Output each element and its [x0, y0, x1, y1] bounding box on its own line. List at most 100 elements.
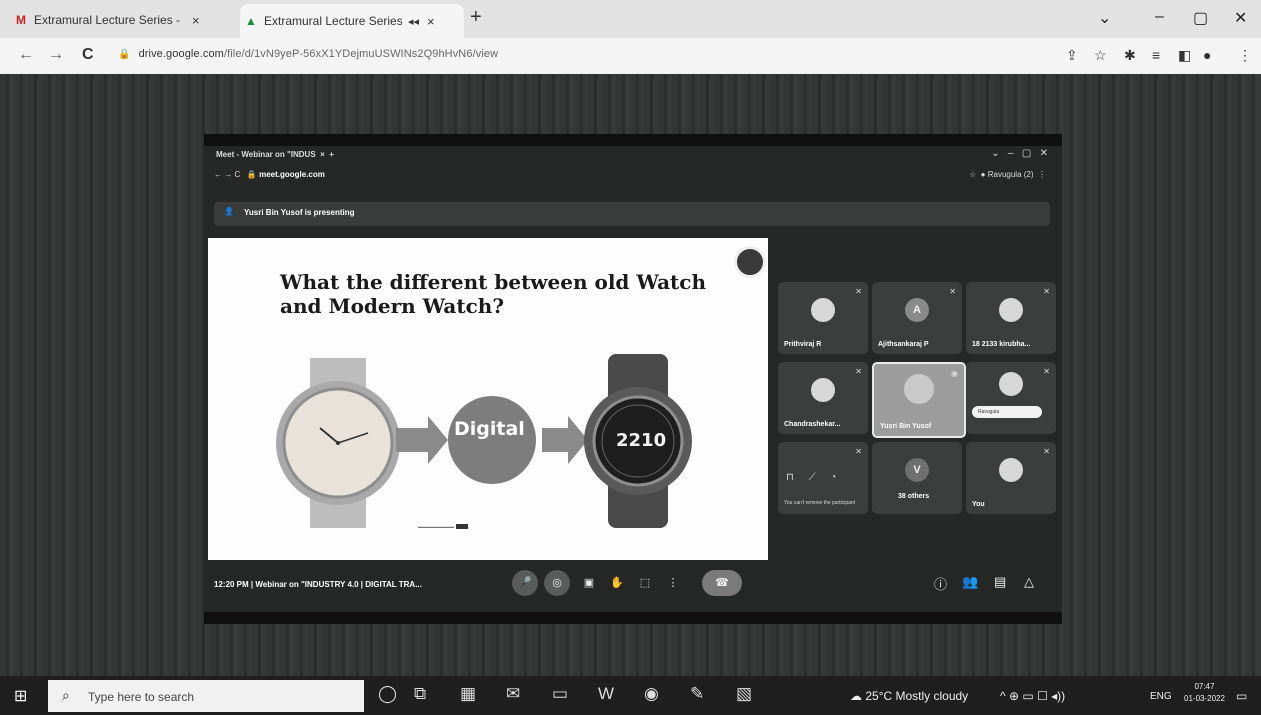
minimize-button[interactable]: –	[1155, 8, 1164, 26]
mic-off-icon: ✕	[949, 287, 956, 296]
frame-top	[204, 134, 1062, 146]
bookmark-star-icon[interactable]: ☆	[1094, 47, 1107, 64]
close-tab-icon[interactable]: ×	[427, 14, 435, 29]
participant-name: Yusri Bin Yusof	[880, 423, 932, 430]
tab-gmail[interactable]: M Extramural Lecture Series - INTC ×	[14, 6, 234, 34]
explorer-icon[interactable]: ▭	[552, 684, 568, 704]
participant-tile[interactable]: ✕ Ravugula	[966, 362, 1056, 434]
tab-drive[interactable]: ▲ Extramural Lecture Series-I ◂◂ ×	[240, 4, 464, 38]
system-tray-icons[interactable]: ^ ⊕ ▭ ☐ ◂))	[1000, 689, 1065, 703]
meet-window-controls: ⌄ – ▢ ✕	[991, 148, 1048, 159]
avatar	[811, 378, 835, 402]
mic-off-icon: ✕	[1043, 447, 1050, 456]
frame-bottom	[204, 612, 1062, 624]
camera-icon[interactable]: ◎	[544, 570, 570, 596]
weather-widget[interactable]: ☁ 25°C Mostly cloudy	[850, 689, 968, 703]
chat-icon[interactable]: ▤	[994, 574, 1006, 590]
media-icon[interactable]: ≡	[1152, 47, 1160, 63]
more-icon[interactable]: ⋮	[660, 570, 686, 596]
meet-profile-name: Ravugula (2)	[987, 170, 1034, 179]
captions-icon[interactable]: ▣	[576, 570, 602, 596]
search-icon: ⌕	[62, 687, 70, 703]
menu-icon[interactable]: ⋮	[1238, 47, 1252, 64]
reload-button[interactable]: C	[82, 46, 94, 64]
digital-label: Digital	[454, 418, 525, 440]
participant-tile-active-speaker[interactable]: ◉ Yusri Bin Yusof	[872, 362, 966, 438]
clock[interactable]: 07:47 01-03-2022	[1184, 681, 1225, 705]
photos-icon[interactable]: ▧	[736, 684, 752, 704]
forward-button[interactable]: →	[48, 46, 64, 64]
participant-tile[interactable]: ✕ A Ajithsankaraj P	[872, 282, 962, 354]
extensions-icon[interactable]: ✱	[1124, 47, 1136, 64]
paint-icon[interactable]: ✎	[690, 684, 704, 704]
gmail-icon: M	[16, 13, 26, 27]
windows-start-icon[interactable]: ⊞	[14, 686, 32, 705]
present-icon[interactable]: ⬚	[632, 570, 658, 596]
info-icon[interactable]: ⓘ	[934, 574, 947, 593]
avatar: V	[905, 458, 929, 482]
windows-taskbar: ⊞ ⌕ Type here to search ◯ ⧉ ▦ ✉ ▭ W ◉ ✎ …	[0, 676, 1261, 715]
participant-tile[interactable]: ✕ Prithviraj R	[778, 282, 868, 354]
profile-icon[interactable]: ●	[1203, 47, 1211, 63]
avatar	[904, 374, 934, 404]
meet-address-bar: ← → C 🔒 meet.google.com	[214, 170, 325, 179]
close-tab-icon[interactable]: ×	[192, 13, 200, 28]
avatar	[811, 298, 835, 322]
notifications-icon[interactable]: ▭	[1236, 689, 1247, 703]
tab-search-icon[interactable]: ⌄	[1098, 8, 1111, 28]
participant-name: Chandrashekar...	[784, 421, 841, 428]
browser-toolbar: ← → C 🔒 drive.google.com/file/d/1vN9yeP-5…	[0, 38, 1261, 74]
participant-name: Ajithsankaraj P	[878, 341, 929, 348]
slide-illustration	[276, 354, 692, 528]
cortana-icon[interactable]: ◯	[378, 684, 397, 704]
maximize-button[interactable]: ▢	[1193, 8, 1208, 28]
people-icon[interactable]: 👥	[962, 574, 978, 590]
shared-slide: What the different between old Watch and…	[208, 238, 768, 560]
participant-note: You can't remove the participant	[784, 500, 856, 506]
task-view-icon[interactable]: ⧉	[414, 684, 426, 704]
mail-icon[interactable]: ✉	[506, 684, 520, 704]
share-icon[interactable]: ⇪	[1066, 47, 1078, 64]
address-bar[interactable]: 🔒 drive.google.com/file/d/1vN9yeP-56xX1YD…	[118, 48, 498, 60]
new-tab-button[interactable]: +	[470, 6, 482, 29]
url-host: drive.google.com	[138, 48, 224, 60]
store-icon[interactable]: ▦	[460, 684, 476, 704]
participant-chip: Ravugula	[972, 406, 1042, 418]
mic-off-icon: ✕	[1043, 287, 1050, 296]
tab-title: Extramural Lecture Series - INTC	[34, 13, 184, 27]
arrow-icon	[542, 416, 588, 464]
meet-profile: ☆ ● Ravugula (2) ⋮	[969, 170, 1046, 179]
mic-off-icon: ✕	[855, 447, 862, 456]
meet-tab: Meet - Webinar on "INDUS × +	[216, 150, 334, 159]
sidepanel-icon[interactable]: ◧	[1178, 47, 1191, 64]
mic-off-icon: ✕	[1043, 367, 1050, 376]
mic-off-icon: ✕	[855, 287, 862, 296]
hand-icon[interactable]: ✋	[604, 570, 630, 596]
search-placeholder: Type here to search	[88, 690, 195, 704]
google-drive-icon: ▲	[245, 14, 257, 28]
end-call-icon[interactable]: ☎	[702, 570, 742, 596]
participant-name: 38 others	[898, 493, 930, 500]
participant-tile[interactable]: ✕ ⊓ ⟋ ◔ You can't remove the participant	[778, 442, 868, 514]
lock-icon: 🔒	[118, 49, 131, 60]
participant-tile[interactable]: ✕ Chandrashekar...	[778, 362, 868, 434]
avatar	[999, 372, 1023, 396]
taskbar-search[interactable]: ⌕ Type here to search	[48, 680, 364, 712]
microphone-icon[interactable]: 🎤	[512, 570, 538, 596]
participant-name: Prithviraj R	[784, 341, 822, 348]
participant-name: 18 2133 kirubha...	[972, 341, 1031, 348]
word-icon[interactable]: W	[598, 684, 614, 704]
participant-tile-self[interactable]: ✕ You	[966, 442, 1056, 514]
language-indicator[interactable]: ENG	[1150, 691, 1172, 702]
participant-name: You	[972, 501, 985, 508]
speaking-indicator-icon: ◉	[951, 369, 958, 378]
slide-footer: ▬▬▬▬▬▬▬▬▬ ▬▬▬	[418, 524, 469, 529]
close-window-button[interactable]: ✕	[1234, 8, 1247, 28]
back-button[interactable]: ←	[18, 46, 34, 64]
watch-display-text: 2210	[616, 430, 667, 451]
participant-tile[interactable]: ✕ 18 2133 kirubha...	[966, 282, 1056, 354]
participant-tile-others[interactable]: V 38 others	[872, 442, 962, 514]
activities-icon[interactable]: △	[1024, 574, 1034, 590]
chrome-icon[interactable]: ◉	[644, 684, 659, 704]
arrow-icon	[396, 416, 448, 464]
